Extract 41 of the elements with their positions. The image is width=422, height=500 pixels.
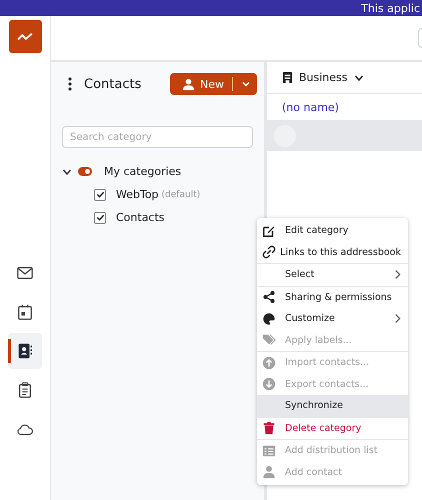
trash-icon <box>262 421 276 436</box>
panel-title: Contacts <box>84 76 142 92</box>
chevron-icon <box>394 313 401 324</box>
menu-item[interactable]: Synchronize <box>257 395 408 416</box>
mail-icon <box>16 264 34 282</box>
new-split-button[interactable]: New <box>170 73 257 95</box>
building-icon <box>282 71 293 84</box>
view-dropdown[interactable]: Business <box>299 71 348 84</box>
menu-item[interactable]: Links to this addressbook <box>257 242 408 263</box>
checkbox[interactable] <box>94 188 106 200</box>
chevron-icon <box>394 269 401 280</box>
download-icon <box>262 377 276 392</box>
menu-item[interactable]: Sharing & permissions <box>257 286 408 308</box>
category-label[interactable]: Contacts <box>116 211 165 224</box>
app-logo[interactable] <box>8 20 42 53</box>
palette-icon <box>262 312 276 326</box>
default-note: (default) <box>162 190 200 200</box>
toggle-switch[interactable] <box>78 167 92 176</box>
share-icon <box>262 290 276 304</box>
menu-item[interactable]: Customize <box>257 308 408 330</box>
person-icon <box>182 78 195 90</box>
category-label[interactable]: WebTop <box>116 188 159 201</box>
checkbox[interactable] <box>94 212 106 224</box>
menu-item[interactable]: Select <box>257 264 408 286</box>
rail-button[interactable] <box>8 333 42 369</box>
tag-icon <box>262 333 276 348</box>
more-icon[interactable] <box>68 77 72 91</box>
person-icon <box>262 465 276 480</box>
new-label: New <box>200 78 224 90</box>
clipboard-icon <box>16 381 34 399</box>
list-icon <box>262 444 276 458</box>
contact-card-icon <box>16 342 34 360</box>
contact-group-name[interactable]: (no name) <box>282 100 339 114</box>
search-field[interactable]: Search category <box>62 126 253 148</box>
menu-item[interactable]: Edit category <box>257 220 408 242</box>
group-label: My categories <box>104 165 182 178</box>
menu-item[interactable]: Delete category <box>257 418 408 439</box>
link-icon <box>262 245 276 260</box>
upload-icon <box>262 356 276 370</box>
calendar-icon <box>16 303 34 321</box>
banner-text: This applic <box>361 2 421 14</box>
